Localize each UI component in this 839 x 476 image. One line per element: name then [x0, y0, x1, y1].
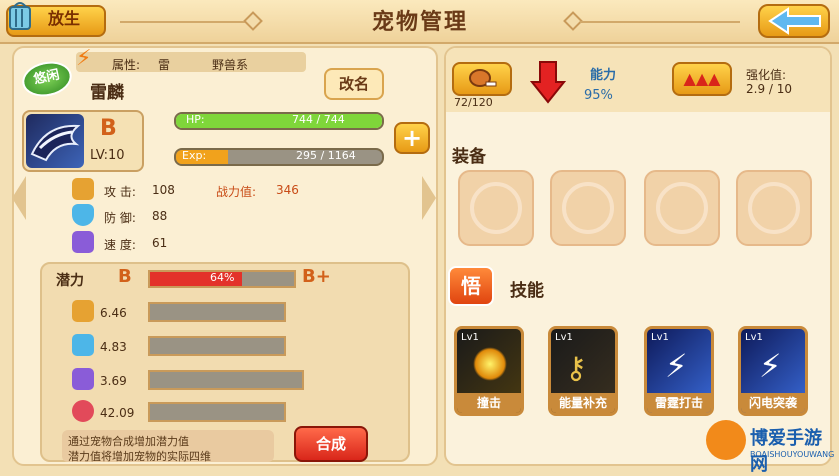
- enhance-value: 2.9 / 10: [746, 82, 793, 96]
- enhance-label: 强化值:: [746, 68, 787, 82]
- speed-potential-icon: [72, 368, 94, 390]
- skill-card-4[interactable]: Lv1 ⚡ 闪电突袭: [738, 326, 808, 416]
- potential-label: 潜力: [56, 273, 84, 289]
- feed-button[interactable]: [452, 62, 512, 96]
- attack-label: 攻 击:: [104, 185, 136, 199]
- defense-potential-icon: [72, 334, 94, 356]
- potential-next-grade: B+: [302, 266, 331, 287]
- enhance-button[interactable]: ▲▲▲: [672, 62, 732, 96]
- skill-card-2[interactable]: Lv1 ⚷ 能量补充: [548, 326, 618, 416]
- defense-label: 防 御:: [104, 211, 136, 225]
- defense-potential-value: 4.83: [100, 340, 127, 354]
- cage-icon: [9, 2, 31, 30]
- equipment-slot-armor[interactable]: [644, 170, 720, 246]
- prev-pet-arrow[interactable]: [12, 176, 26, 220]
- skill-level: Lv1: [461, 332, 479, 343]
- attribute-label: 属性:: [112, 58, 141, 72]
- lightning-icon: ⚡: [759, 347, 782, 385]
- food-count: 72/120: [454, 96, 493, 109]
- arrow-down-icon: [530, 61, 566, 104]
- hp-potential-bar: [148, 402, 286, 422]
- enhance-arrows-icon: ▲▲▲: [683, 69, 721, 88]
- exp-value: 295 / 1164: [296, 149, 356, 162]
- hp-value: 744 / 744: [292, 113, 345, 126]
- watermark-logo-icon: [706, 420, 746, 460]
- lightning-icon: ⚡: [665, 347, 688, 385]
- release-label: 放生: [48, 9, 81, 28]
- equipment-slot-collar[interactable]: [550, 170, 626, 246]
- synthesize-button[interactable]: 合成: [294, 426, 368, 462]
- attack-potential-value: 6.46: [100, 306, 127, 320]
- avatar: [26, 114, 84, 168]
- speed-icon: [72, 231, 94, 253]
- ability-value: 95%: [584, 88, 613, 103]
- claw-icon: [470, 182, 522, 234]
- defense-value: 88: [152, 209, 168, 223]
- skill-card-3[interactable]: Lv1 ⚡ 雷霆打击: [644, 326, 714, 416]
- accessory-icon: [748, 182, 800, 234]
- skill-card-1[interactable]: Lv1 撞击: [454, 326, 524, 416]
- speed-potential-value: 3.69: [100, 374, 127, 388]
- key-icon: ⚷: [565, 351, 587, 386]
- element-value: 雷: [158, 58, 171, 72]
- pet-name: 雷麟: [90, 83, 124, 103]
- skill-name: 撞击: [457, 393, 521, 413]
- potential-grade: B: [118, 266, 132, 287]
- heart-icon: [72, 400, 94, 422]
- hp-bar: [174, 112, 384, 130]
- speed-value: 61: [152, 236, 168, 250]
- shield-icon: [72, 204, 94, 226]
- power-value: 346: [276, 183, 299, 197]
- ability-label: 能力: [590, 68, 617, 83]
- hp-potential-value: 42.09: [100, 406, 135, 420]
- defense-potential-bar: [148, 336, 286, 356]
- skill-level: Lv1: [651, 332, 669, 343]
- sword-icon: [72, 178, 94, 200]
- armor-icon: [656, 182, 708, 234]
- attack-potential-icon: [72, 300, 94, 322]
- pet-level: LV:10: [90, 148, 125, 163]
- equipment-title: 装备: [452, 147, 486, 167]
- back-arrow-icon: [768, 7, 821, 35]
- hint-line-1: 通过宠物合成增加潜力值: [68, 435, 189, 448]
- speed-potential-bar: [148, 370, 304, 390]
- drumstick-icon: [469, 69, 497, 87]
- attack-potential-bar: [148, 302, 286, 322]
- pet-grade: B: [100, 116, 117, 141]
- page-title: 宠物管理: [371, 10, 468, 35]
- speed-label: 速 度:: [104, 238, 136, 252]
- impact-icon: [473, 347, 507, 381]
- potential-percent: 64%: [210, 271, 235, 284]
- back-button[interactable]: [758, 4, 830, 38]
- family-value: 野兽系: [212, 58, 249, 72]
- title-divider-left: [120, 21, 260, 23]
- pet-avatar-icon: [30, 124, 81, 162]
- attribute-bar: [76, 52, 306, 72]
- skill-level: Lv1: [745, 332, 763, 343]
- skills-title: 技能: [510, 281, 544, 301]
- rename-button[interactable]: 改名: [324, 68, 384, 100]
- equipment-slot-claw[interactable]: [458, 170, 534, 246]
- thunder-icon: ⚡: [76, 46, 92, 71]
- skill-level: Lv1: [555, 332, 573, 343]
- next-pet-arrow[interactable]: [422, 176, 436, 220]
- title-divider-right: [580, 21, 740, 23]
- hint-line-2: 潜力值将增加宠物的实际四维: [68, 450, 211, 463]
- add-hp-button[interactable]: +: [394, 122, 430, 154]
- comprehend-badge[interactable]: 悟: [448, 266, 494, 306]
- skill-name: 雷霆打击: [647, 393, 711, 413]
- collar-icon: [562, 182, 614, 234]
- equipment-slot-accessory[interactable]: [736, 170, 812, 246]
- watermark-domain: BOAISHOUYOUWANG: [750, 450, 835, 459]
- hp-fill: [176, 114, 382, 128]
- power-label: 战力值:: [216, 185, 257, 199]
- exp-label: Exp:: [182, 149, 207, 162]
- watermark: 博爱手游网 BOAISHOUYOUWANG: [706, 420, 836, 475]
- hp-label: HP:: [186, 113, 205, 126]
- attack-value: 108: [152, 183, 175, 197]
- skill-name: 能量补充: [551, 393, 615, 413]
- skill-name: 闪电突袭: [741, 393, 805, 413]
